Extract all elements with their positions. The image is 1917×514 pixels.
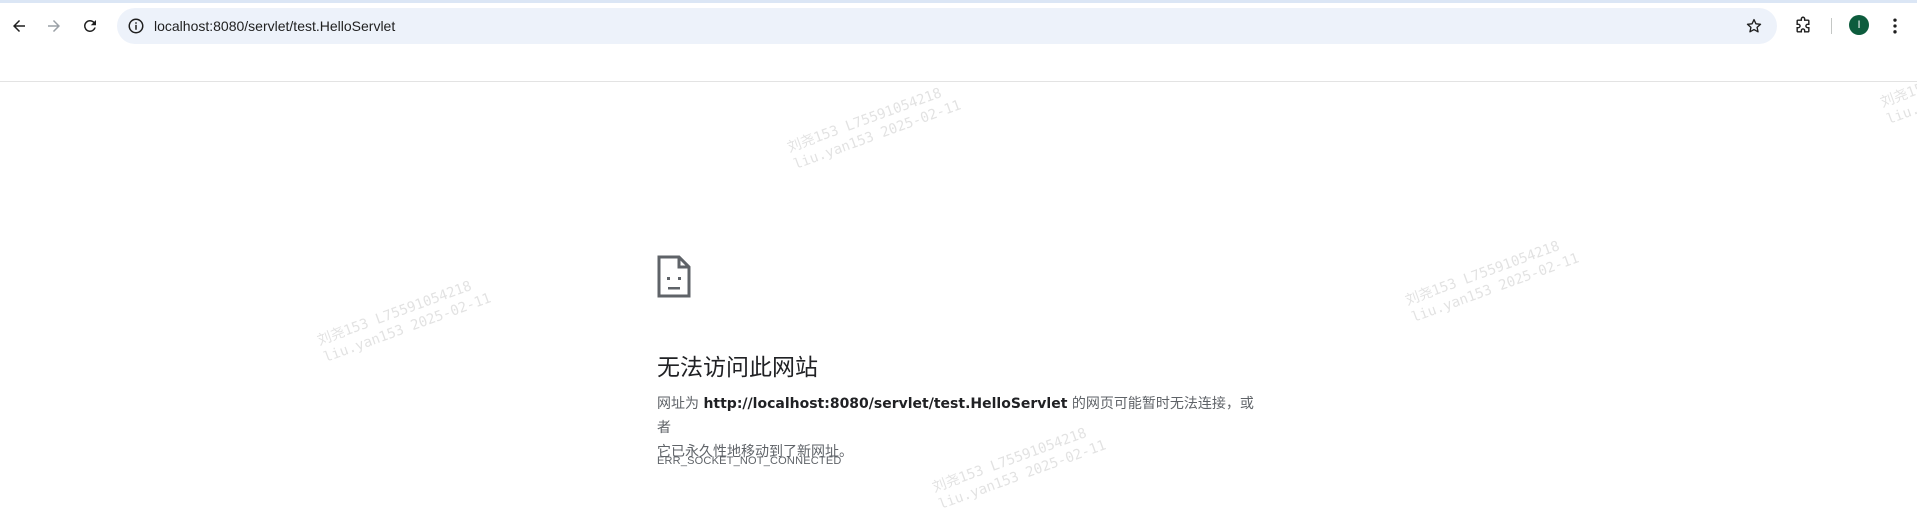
arrow-right-icon (48, 20, 60, 32)
error-description: 网址为 http://localhost:8080/servlet/test.H… (657, 396, 1254, 460)
kebab-menu-icon[interactable] (1885, 16, 1905, 36)
arrow-left-icon (13, 20, 25, 32)
toolbar-divider (0, 81, 1917, 82)
reload-button[interactable] (77, 13, 103, 39)
profile-avatar[interactable]: I (1849, 15, 1869, 35)
address-bar[interactable]: localhost:8080/servlet/test.HelloServlet (117, 8, 1777, 44)
url-text[interactable]: localhost:8080/servlet/test.HelloServlet (154, 8, 395, 44)
star-icon[interactable] (1745, 17, 1763, 35)
puzzle-icon[interactable] (1793, 16, 1813, 36)
browser-toolbar: localhost:8080/servlet/test.HelloServlet… (0, 3, 1917, 48)
watermark: 刘尧153 L75591054218 liu.yan153 2025-02-11 (315, 278, 494, 366)
sad-page-icon (657, 255, 691, 298)
error-code: ERR_SOCKET_NOT_CONNECTED (657, 455, 842, 467)
error-url: http://localhost:8080/servlet/test.Hello… (703, 396, 1068, 412)
info-icon[interactable] (127, 17, 145, 35)
watermark: 刘尧153 L75591054218 liu.yan153 2025-02-11 (1403, 238, 1582, 326)
error-title: 无法访问此网站 (657, 355, 818, 381)
forward-button[interactable] (41, 13, 67, 39)
watermark: 刘尧153 L75591054218 liu.yan153 2025-02-11 (785, 85, 964, 173)
toolbar-separator (1831, 18, 1832, 34)
back-button[interactable] (6, 13, 32, 39)
reload-icon (83, 19, 96, 32)
